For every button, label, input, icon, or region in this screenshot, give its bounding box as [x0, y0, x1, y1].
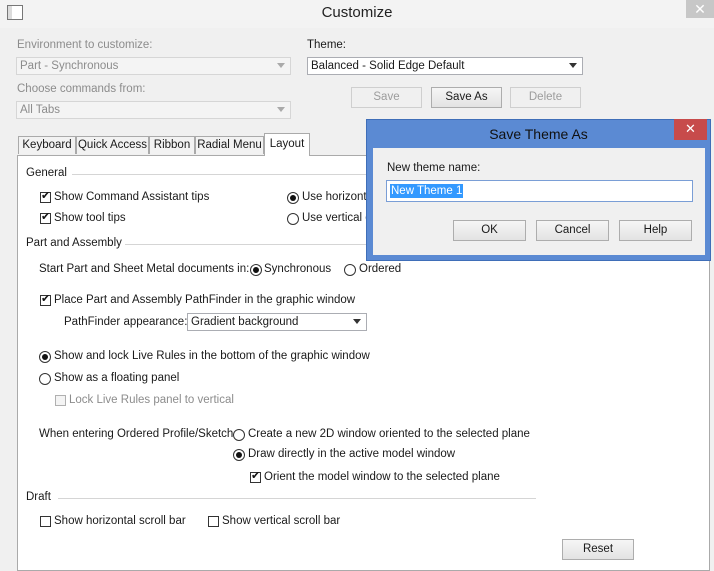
horizontal-scroll-checkbox[interactable] — [40, 516, 51, 527]
use-horizontal-radio[interactable] — [287, 192, 299, 204]
theme-label: Theme: — [307, 39, 346, 51]
save-button: Save — [351, 87, 422, 108]
environment-select: Part - Synchronous — [16, 57, 291, 75]
orient-model-checkbox[interactable] — [250, 469, 261, 483]
appearance-label: PathFinder appearance: — [64, 316, 188, 328]
divider — [72, 174, 367, 175]
appearance-value: Gradient background — [191, 316, 299, 328]
lock-vertical-checkbox — [55, 395, 66, 406]
show-cmd-assist-label: Show Command Assistant tips — [54, 191, 210, 203]
use-vertical-label: Use vertical c — [302, 212, 372, 224]
lock-vertical-label: Lock Live Rules panel to vertical — [69, 394, 234, 406]
synchronous-radio[interactable] — [250, 264, 262, 276]
part-section-title: Part and Assembly — [26, 237, 122, 249]
new-2d-window-label: Create a new 2D window oriented to the s… — [248, 428, 530, 440]
use-vertical-radio[interactable] — [287, 213, 299, 225]
tab-radial-menu[interactable]: Radial Menu — [195, 136, 264, 154]
tab-keyboard[interactable]: Keyboard — [18, 136, 76, 154]
floating-panel-radio[interactable] — [39, 373, 51, 385]
draw-directly-radio[interactable] — [233, 449, 245, 461]
chevron-down-icon — [569, 63, 577, 68]
draft-section-title: Draft — [26, 491, 51, 503]
chevron-down-icon — [277, 107, 285, 112]
entering-sketch-label: When entering Ordered Profile/Sketch — [39, 428, 234, 440]
vertical-scroll-checkbox[interactable] — [208, 516, 219, 527]
environment-value: Part - Synchronous — [20, 60, 119, 72]
use-horizontal-label: Use horizonta — [302, 191, 373, 203]
new-2d-window-radio[interactable] — [233, 429, 245, 441]
theme-name-input[interactable]: New Theme 1 — [386, 180, 693, 202]
general-section-title: General — [26, 167, 67, 179]
ordered-label: Ordered — [359, 263, 402, 275]
theme-select[interactable]: Balanced - Solid Edge Default — [307, 57, 583, 75]
show-cmd-assist-checkbox[interactable] — [40, 189, 51, 203]
window-title: Customize — [321, 4, 393, 21]
choose-commands-select: All Tabs — [16, 101, 291, 119]
choose-commands-label: Choose commands from: — [17, 83, 146, 95]
window-close-button[interactable]: ✕ — [686, 0, 714, 18]
theme-name-value: New Theme 1 — [390, 184, 464, 198]
lock-live-rules-radio[interactable] — [39, 351, 51, 363]
dialog-title: Save Theme As — [489, 126, 588, 142]
reset-button[interactable]: Reset — [562, 539, 634, 560]
pathfinder-checkbox[interactable] — [40, 292, 51, 306]
tab-ribbon[interactable]: Ribbon — [149, 136, 195, 154]
environment-label: Environment to customize: — [17, 39, 153, 51]
theme-value: Balanced - Solid Edge Default — [311, 60, 465, 72]
vertical-scroll-label: Show vertical scroll bar — [222, 515, 341, 527]
tab-quick-access[interactable]: Quick Access — [76, 136, 149, 154]
floating-panel-label: Show as a floating panel — [54, 372, 180, 384]
theme-name-label: New theme name: — [387, 162, 481, 174]
divider — [125, 244, 367, 245]
help-button[interactable]: Help — [619, 220, 692, 241]
divider — [58, 498, 536, 499]
ok-button[interactable]: OK — [453, 220, 526, 241]
chevron-down-icon — [353, 319, 361, 324]
choose-commands-value: All Tabs — [20, 104, 61, 116]
ordered-radio[interactable] — [344, 264, 356, 276]
save-as-button[interactable]: Save As — [431, 87, 502, 108]
pathfinder-label: Place Part and Assembly PathFinder in th… — [54, 294, 356, 306]
horizontal-scroll-label: Show horizontal scroll bar — [54, 515, 186, 527]
start-docs-label: Start Part and Sheet Metal documents in: — [39, 263, 250, 275]
cancel-button[interactable]: Cancel — [536, 220, 609, 241]
chevron-down-icon — [277, 63, 285, 68]
dialog-close-button[interactable]: ✕ — [674, 119, 707, 140]
show-tool-tips-checkbox[interactable] — [40, 210, 51, 224]
appearance-select[interactable]: Gradient background — [187, 313, 367, 331]
draw-directly-label: Draw directly in the active model window — [248, 448, 456, 460]
tab-layout[interactable]: Layout — [264, 133, 310, 156]
delete-button: Delete — [510, 87, 581, 108]
lock-live-rules-label: Show and lock Live Rules in the bottom o… — [54, 350, 370, 362]
orient-model-label: Orient the model window to the selected … — [264, 471, 500, 483]
show-tool-tips-label: Show tool tips — [54, 212, 126, 224]
synchronous-label: Synchronous — [264, 263, 332, 275]
